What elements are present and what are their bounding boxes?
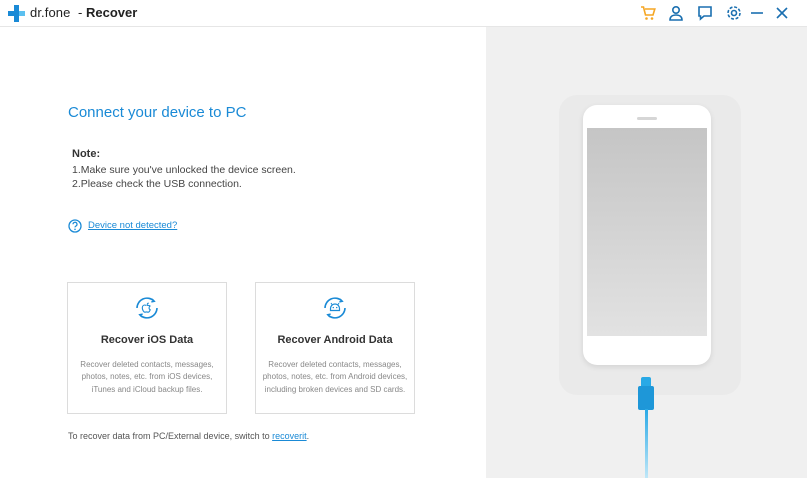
phone-illustration: [583, 105, 711, 365]
question-icon[interactable]: [68, 219, 82, 233]
feedback-icon[interactable]: [696, 4, 714, 22]
device-illustration-panel: [486, 27, 807, 478]
phone-screen: [587, 128, 707, 336]
phone-speaker: [637, 117, 657, 120]
ios-recover-icon: [136, 297, 158, 319]
app-brand: dr.fone: [30, 5, 71, 20]
recover-ios-description: Recover deleted contacts, messages, phot…: [80, 360, 214, 394]
recoverit-link[interactable]: recoverit: [272, 431, 307, 441]
recover-ios-card[interactable]: Recover iOS Data Recover deleted contact…: [67, 282, 227, 414]
title-bar: dr.fone - Recover: [0, 0, 807, 27]
note-label: Note:: [72, 148, 101, 160]
footer-label: To recover data from PC/External device,…: [68, 431, 273, 441]
recover-android-card[interactable]: Recover Android Data Recover deleted con…: [255, 282, 415, 414]
page-title: Recover: [86, 5, 138, 20]
device-not-detected-link[interactable]: Device not detected?: [88, 220, 177, 231]
recover-android-title: Recover Android Data: [277, 334, 393, 346]
footer-suffix: .: [306, 431, 310, 441]
close-icon[interactable]: [773, 4, 791, 22]
settings-icon[interactable]: [725, 4, 743, 22]
recover-ios-title: Recover iOS Data: [100, 334, 194, 346]
connect-heading: Connect your device to PC: [68, 104, 247, 121]
minimize-icon[interactable]: [748, 4, 766, 22]
drfone-logo-icon: [8, 5, 25, 22]
note-line-1: 1.Make sure you've unlocked the device s…: [72, 164, 296, 176]
switch-to-recoverit-text: To recover data from PC/External device,…: [68, 431, 309, 441]
account-icon[interactable]: [667, 4, 685, 22]
usb-plug-icon: [638, 386, 654, 410]
cart-icon[interactable]: [639, 4, 657, 22]
android-recover-icon: [324, 297, 346, 319]
title-separator: -: [78, 5, 83, 20]
usb-cable: [645, 409, 648, 478]
note-line-2: 2.Please check the USB connection.: [72, 178, 242, 190]
recover-android-description: Recover deleted contacts, messages, phot…: [262, 360, 408, 394]
